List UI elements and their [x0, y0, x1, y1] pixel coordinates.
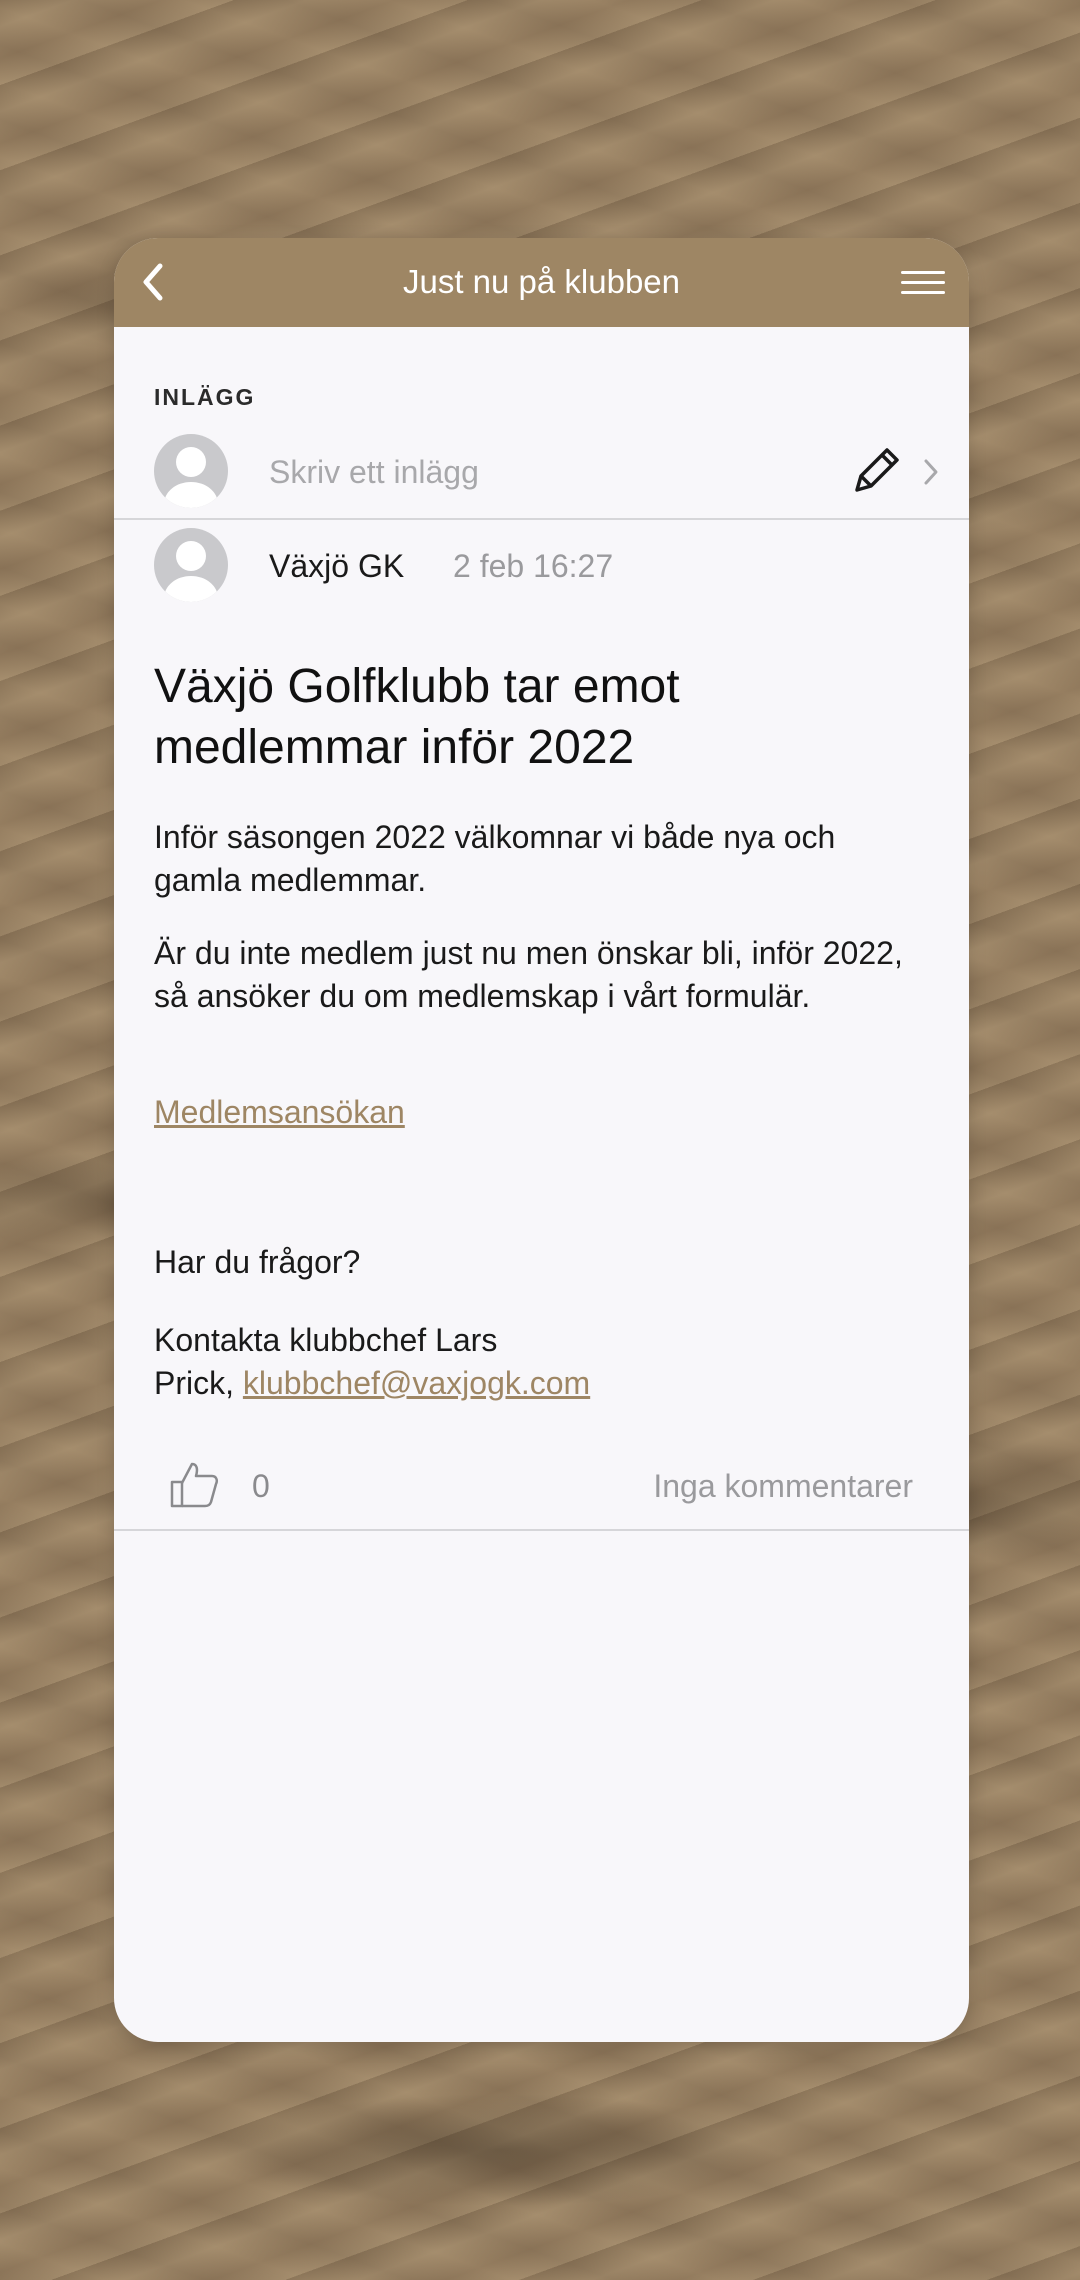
application-link-line: Medlemsansökan [154, 1091, 914, 1134]
compose-input[interactable]: Skriv ett inlägg [269, 454, 479, 491]
pencil-icon [855, 448, 899, 492]
thumbs-up-icon [170, 1462, 219, 1508]
user-silhouette-icon [164, 541, 218, 602]
post-author[interactable]: Växjö GK [269, 548, 404, 585]
top-bar: Just nu på klubben [114, 238, 969, 327]
app-window: Just nu på klubben INLÄGG Skriv ett inlä… [114, 238, 969, 2042]
application-link[interactable]: Medlemsansökan [154, 1094, 405, 1130]
edit-button[interactable] [845, 440, 907, 502]
email-link[interactable]: klubbchef@vaxjogk.com [243, 1365, 590, 1401]
menu-button[interactable] [899, 263, 947, 303]
post-paragraph: Inför säsongen 2022 välkomnar vi både ny… [154, 819, 836, 898]
contact-line: Prick, [154, 1365, 243, 1401]
like-count: 0 [252, 1468, 270, 1504]
question-text: Har du frågor? [154, 1244, 361, 1280]
like-button[interactable] [166, 1456, 222, 1512]
divider [114, 518, 969, 520]
author-avatar [154, 528, 228, 602]
post-paragraph: Är du inte medlem just nu men önskar bli… [154, 935, 903, 1014]
post-title: Växjö Golfklubb tar emot medlemmar inför… [154, 660, 680, 774]
contact-line: Kontakta klubbchef Lars [154, 1322, 498, 1358]
compose-post-row[interactable]: Skriv ett inlägg [114, 426, 969, 516]
divider [114, 1529, 969, 1531]
section-label: INLÄGG [154, 384, 256, 410]
contact-text: Kontakta klubbchef Lars Prick, klubbchef… [154, 1319, 914, 1405]
chevron-right-icon [921, 456, 941, 488]
comments-link[interactable]: Inga kommentarer [653, 1468, 913, 1505]
post-timestamp: 2 feb 16:27 [453, 548, 614, 584]
page-title: Just nu på klubben [402, 263, 681, 300]
user-silhouette-icon [164, 447, 218, 508]
hamburger-menu-icon [901, 271, 945, 294]
avatar [154, 434, 228, 508]
